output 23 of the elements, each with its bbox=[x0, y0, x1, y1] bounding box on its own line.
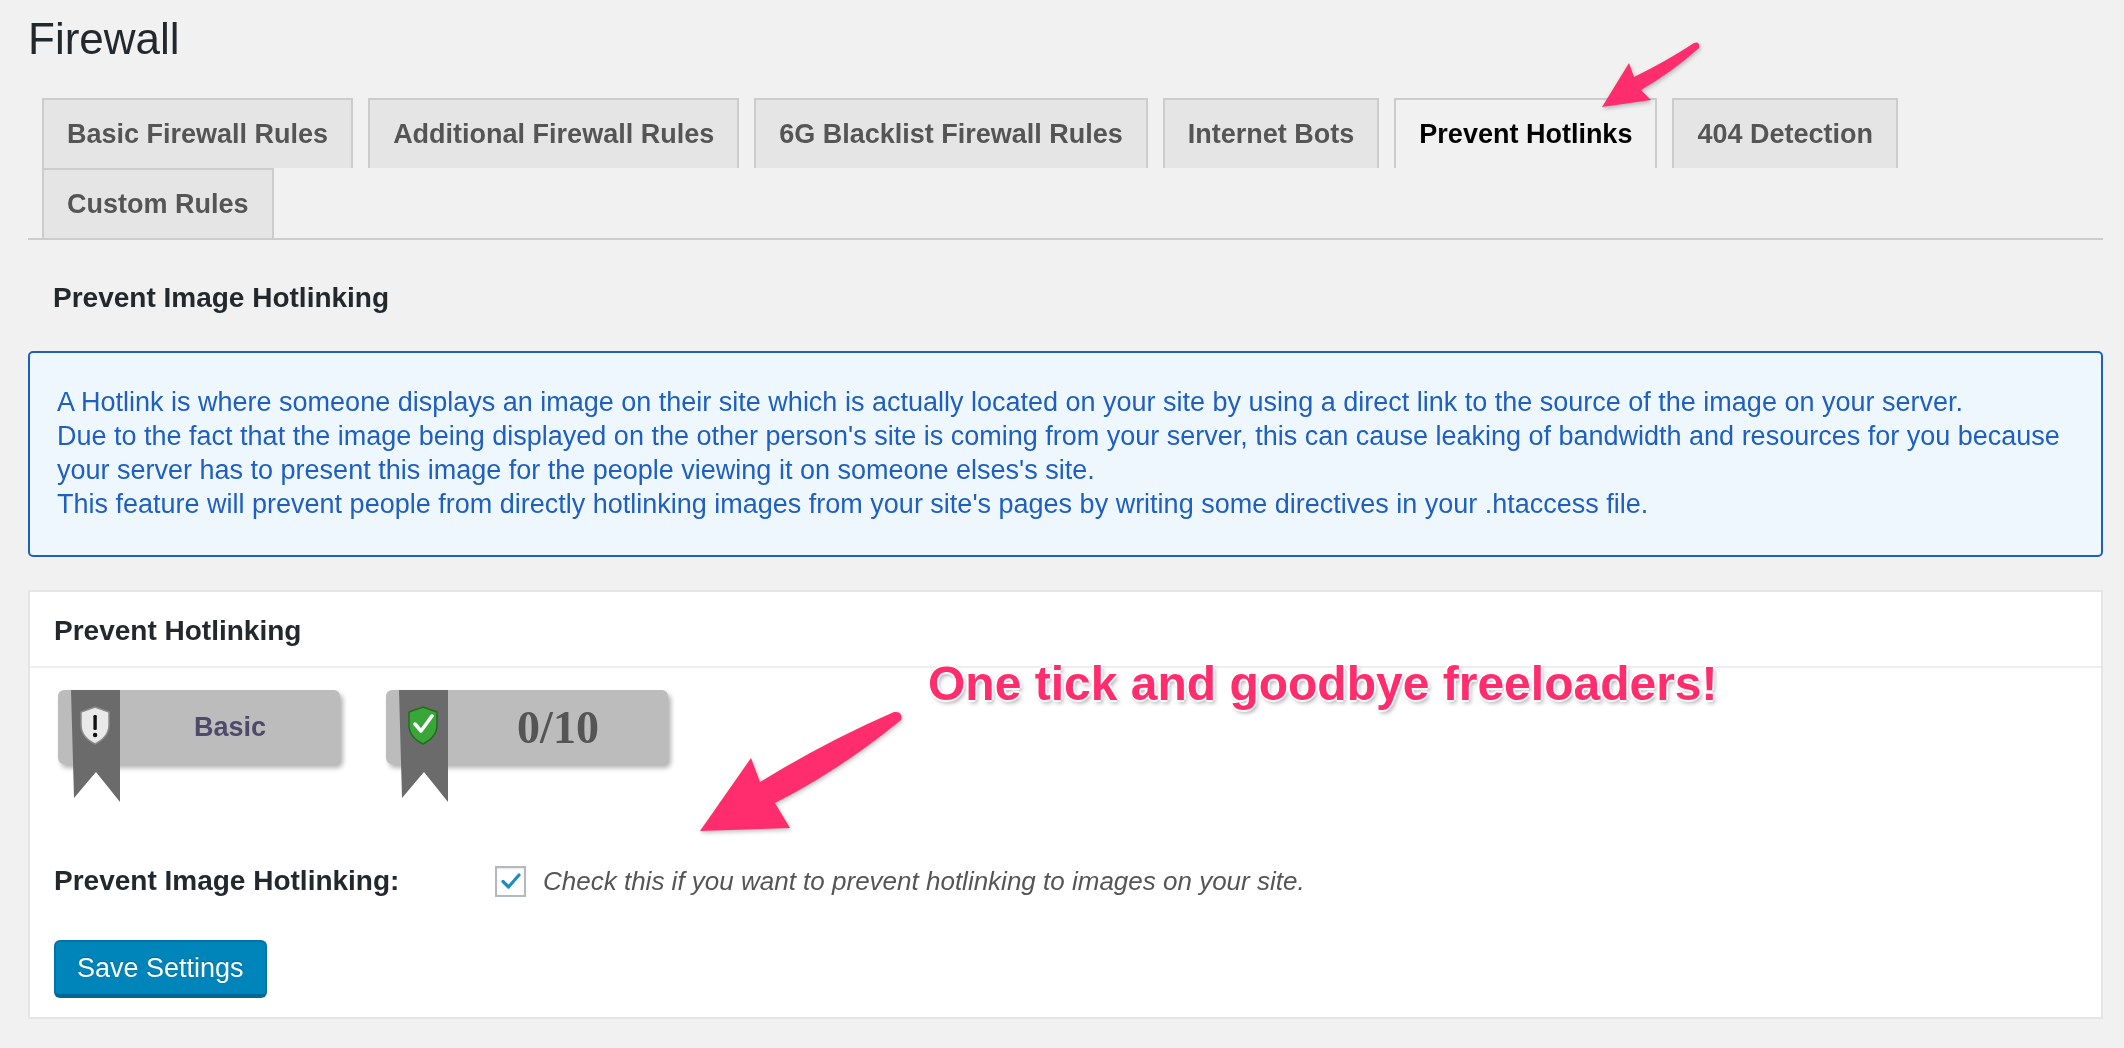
page-title: Firewall bbox=[28, 13, 181, 65]
info-text: Due to the fact that the image being displayed on the other person's site is coming from your server, this can cause leaking of bandwidth and resources for you because your server has to present this image for the people viewing it on someone elses's site. bbox=[57, 420, 2061, 487]
info-text: This feature will prevent people from directly hotlinking images from your site's pages by writing some directives in your .htaccess file. bbox=[57, 488, 1650, 521]
field-label: Prevent Image Hotlinking: bbox=[54, 864, 400, 898]
checkmark-icon bbox=[500, 873, 521, 889]
section-title: Prevent Image Hotlinking bbox=[53, 281, 391, 315]
tab[interactable]: Custom Rules bbox=[42, 168, 274, 238]
checkbox[interactable] bbox=[495, 865, 526, 897]
badge-label: Basic bbox=[193, 711, 267, 743]
exclamation-shield-ribbon-icon bbox=[71, 690, 120, 802]
badge-label: 0/10 bbox=[517, 700, 599, 754]
tab[interactable]: 6G Blacklist Firewall Rules bbox=[754, 98, 1148, 168]
tab[interactable]: 404 Detection bbox=[1672, 98, 1898, 168]
tab[interactable]: Internet Bots bbox=[1162, 98, 1380, 168]
save-settings-button[interactable]: Save Settings bbox=[54, 940, 267, 996]
field-description: Check this if you want to prevent hotlinking to images on your site. bbox=[543, 865, 1305, 898]
check-shield-ribbon-icon bbox=[399, 690, 448, 802]
card-title: Prevent Hotlinking bbox=[54, 614, 303, 648]
annotation-text: One tick and goodbye freeloaders! bbox=[928, 656, 1718, 712]
info-text: A Hotlink is where someone displays an image on their site which is actually located on your site by using a direct link to the source of the image on your server. bbox=[57, 386, 1964, 419]
tab[interactable]: Additional Firewall Rules bbox=[368, 98, 740, 168]
tab[interactable]: Basic Firewall Rules bbox=[42, 98, 354, 168]
tab[interactable]: Prevent Hotlinks bbox=[1394, 98, 1658, 168]
